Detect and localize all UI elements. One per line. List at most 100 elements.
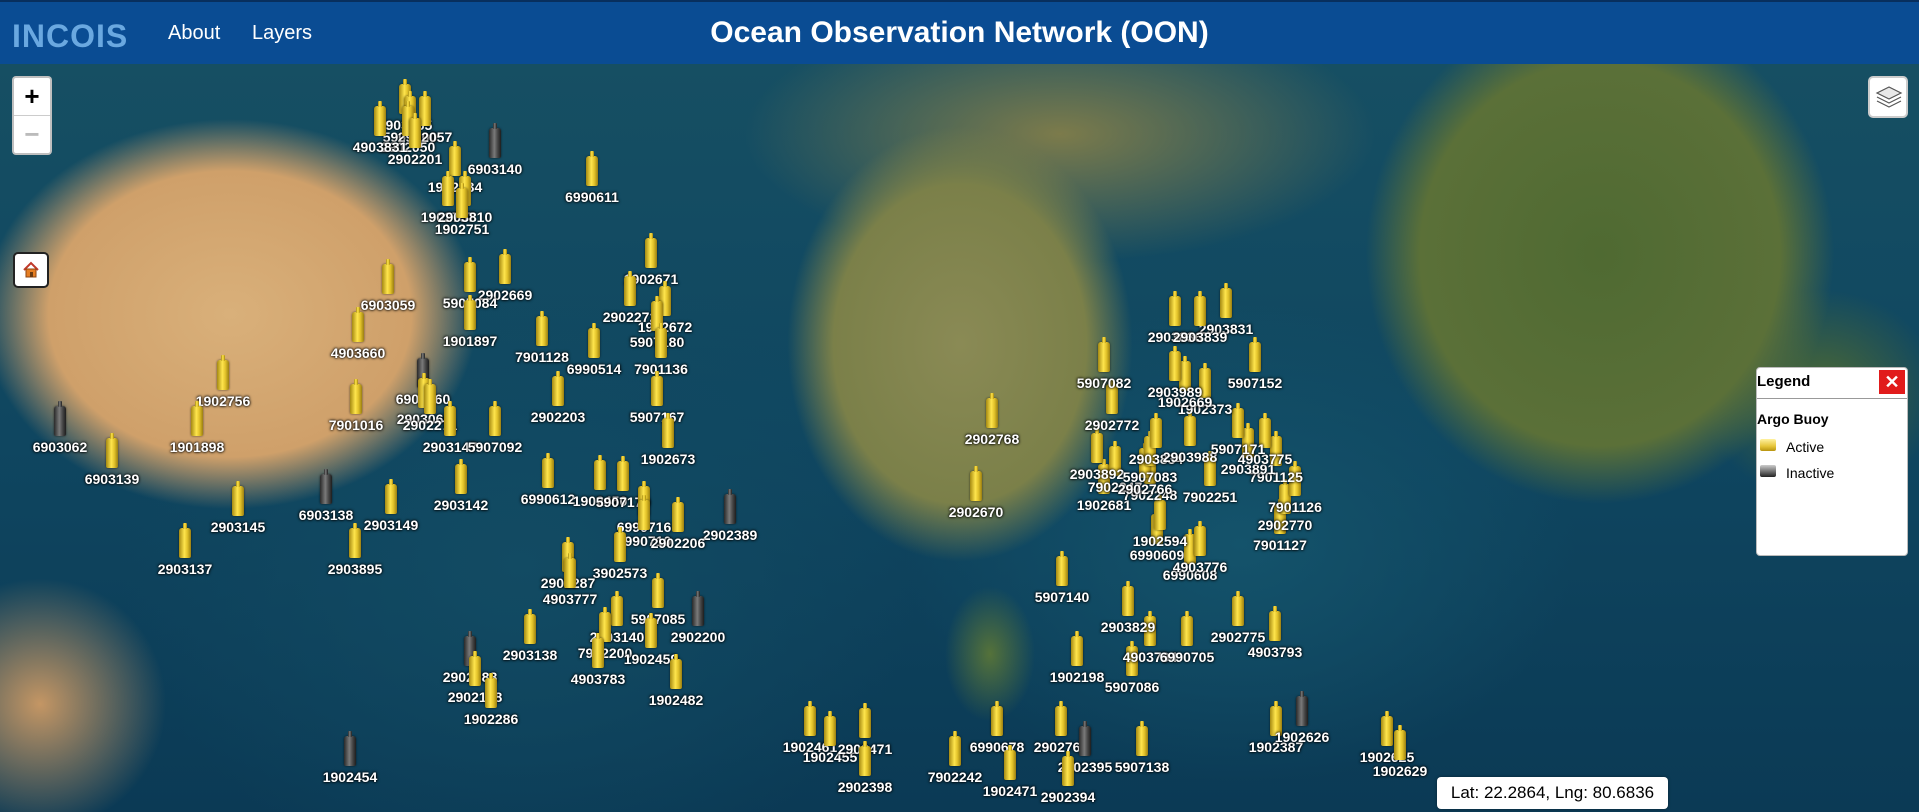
- argo-buoy-marker[interactable]: 1901898: [152, 401, 242, 466]
- active-buoy-icon: [859, 741, 871, 776]
- active-buoy-icon: [485, 673, 497, 708]
- active-buoy-icon: [1181, 611, 1193, 646]
- zoom-control: + −: [12, 76, 52, 155]
- buoy-id-label: 4903776: [1172, 559, 1228, 575]
- argo-buoy-marker[interactable]: 1902629: [1355, 725, 1445, 790]
- argo-buoy-marker[interactable]: 6990611: [547, 151, 637, 216]
- active-buoy-icon: [455, 459, 467, 494]
- active-buoy-icon: [986, 393, 998, 428]
- active-buoy-icon: [651, 371, 663, 406]
- active-buoy-icon: [349, 523, 361, 558]
- buoy-id-label: 7901126: [1268, 499, 1322, 515]
- active-buoy-icon: [1122, 581, 1134, 616]
- active-buoy-icon: [350, 379, 362, 414]
- legend-subtitle: Argo Buoy: [1757, 411, 1829, 427]
- buoy-id-label: 2902670: [948, 504, 1004, 520]
- active-buoy-icon: [456, 183, 468, 218]
- argo-buoy-marker[interactable]: 2902398: [820, 741, 910, 806]
- active-buoy-icon: [1136, 721, 1148, 756]
- zoom-in-button[interactable]: +: [14, 78, 50, 116]
- legend-title: Legend: [1757, 373, 1811, 390]
- argo-buoy-marker[interactable]: 4903783: [553, 633, 643, 698]
- inactive-buoy-icon: [1296, 691, 1308, 726]
- inactive-buoy-icon: [344, 731, 356, 766]
- buoy-id-label: 1902286: [463, 711, 519, 727]
- buoy-id-label: 4903793: [1247, 644, 1303, 660]
- argo-buoy-marker[interactable]: 5907092: [450, 401, 540, 466]
- buoy-id-label: 2903895: [327, 561, 383, 577]
- active-buoy-icon: [1760, 439, 1776, 451]
- nav-layers-link[interactable]: Layers: [252, 22, 312, 45]
- active-buoy-icon: [1004, 745, 1016, 780]
- buoy-id-label: 5907082: [1076, 375, 1132, 391]
- legend-label: Active: [1786, 439, 1825, 455]
- zoom-out-button[interactable]: −: [14, 116, 50, 153]
- active-buoy-icon: [645, 613, 657, 648]
- argo-buoy-marker[interactable]: 1902626: [1257, 691, 1347, 756]
- buoy-id-label: 1902594: [1132, 533, 1188, 549]
- active-buoy-icon: [449, 141, 461, 176]
- argo-buoy-marker[interactable]: 1902454: [305, 731, 395, 796]
- active-buoy-icon: [542, 453, 554, 488]
- argo-buoy-marker[interactable]: 2903137: [140, 523, 230, 588]
- buoy-id-label: 7901136: [634, 361, 688, 377]
- incois-logo[interactable]: INCOIS: [12, 14, 140, 54]
- coordinates-readout: Lat: 22.2864, Lng: 80.6836: [1437, 777, 1668, 809]
- active-buoy-icon: [592, 633, 604, 668]
- active-buoy-icon: [552, 371, 564, 406]
- legend-panel: Legend ✕ Argo Buoy Active Inactive: [1756, 367, 1908, 556]
- active-buoy-icon: [179, 523, 191, 558]
- buoy-id-label: 6990611: [565, 189, 619, 205]
- buoy-id-label: 2903137: [157, 561, 213, 577]
- buoy-id-label: 4903783: [570, 671, 626, 687]
- argo-buoy-marker[interactable]: 2903839: [1155, 291, 1245, 356]
- layer-switcher-button[interactable]: [1868, 76, 1908, 118]
- active-buoy-icon: [409, 113, 421, 148]
- active-buoy-icon: [1394, 725, 1406, 760]
- map-canvas[interactable]: 2903955590710029020572902050490383169031…: [0, 64, 1919, 812]
- active-buoy-icon: [588, 323, 600, 358]
- active-buoy-icon: [645, 233, 657, 268]
- legend-divider: [1757, 398, 1907, 399]
- argo-buoy-marker[interactable]: 1902286: [446, 673, 536, 738]
- layers-icon: [1875, 86, 1903, 108]
- active-buoy-icon: [382, 259, 394, 294]
- argo-buoy-marker[interactable]: 2902670: [931, 466, 1021, 531]
- active-buoy-icon: [464, 295, 476, 330]
- inactive-buoy-icon: [1079, 721, 1091, 756]
- buoy-id-label: 5907171: [1210, 441, 1266, 457]
- active-buoy-icon: [352, 307, 364, 342]
- active-buoy-icon: [991, 701, 1003, 736]
- buoy-id-label: 2902394: [1040, 789, 1096, 805]
- buoy-id-label: 5907152: [1227, 375, 1283, 391]
- active-buoy-icon: [670, 654, 682, 689]
- buoy-id-label: 2902398: [837, 779, 893, 795]
- legend-close-button[interactable]: ✕: [1879, 370, 1905, 394]
- buoy-id-label: 6903139: [84, 471, 140, 487]
- header-bar: INCOIS About Layers Ocean Observation Ne…: [0, 0, 1919, 64]
- active-buoy-icon: [217, 355, 229, 390]
- home-icon: [23, 261, 39, 278]
- active-buoy-icon: [489, 401, 501, 436]
- argo-buoy-marker[interactable]: 2902768: [947, 393, 1037, 458]
- buoy-id-label: 1902751: [434, 221, 490, 237]
- active-buoy-icon: [859, 703, 871, 738]
- nav-about-link[interactable]: About: [168, 22, 220, 45]
- legend-item-active: Active: [1757, 437, 1907, 457]
- argo-buoy-marker[interactable]: 4903793: [1230, 606, 1320, 671]
- argo-buoy-marker[interactable]: 6903139: [67, 433, 157, 498]
- argo-buoy-marker[interactable]: 1902751: [417, 183, 507, 248]
- argo-buoy-marker[interactable]: 1902482: [631, 654, 721, 719]
- buoy-id-label: 5907140: [1034, 589, 1090, 605]
- home-button[interactable]: [13, 252, 49, 288]
- argo-buoy-marker[interactable]: 2903895: [310, 523, 400, 588]
- inactive-buoy-icon: [54, 401, 66, 436]
- active-buoy-icon: [385, 479, 397, 514]
- buoy-id-label: 5907086: [1104, 679, 1160, 695]
- argo-buoy-marker[interactable]: 2902394: [1023, 751, 1113, 812]
- argo-buoy-marker[interactable]: 5907140: [1017, 551, 1107, 616]
- buoy-id-label: 1901898: [169, 439, 225, 455]
- active-buoy-icon: [1194, 291, 1206, 326]
- active-buoy-icon: [614, 527, 626, 562]
- active-buoy-icon: [106, 433, 118, 468]
